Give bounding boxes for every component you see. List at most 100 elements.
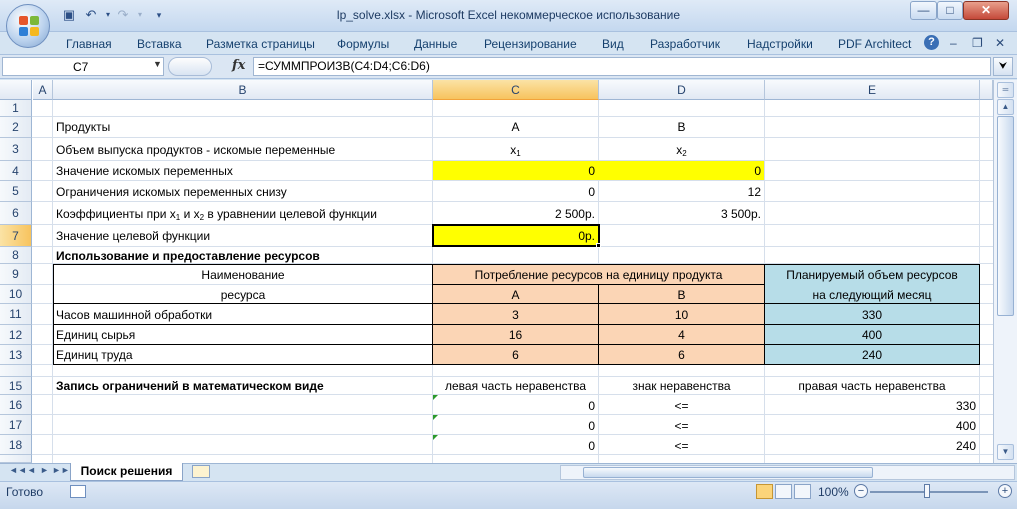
expand-formula-bar-icon[interactable]: ⮟ <box>993 57 1013 76</box>
row-header-18[interactable]: 18 <box>0 435 32 455</box>
row-header-14-hidden[interactable] <box>0 365 32 377</box>
column-header-f[interactable] <box>980 80 993 100</box>
tab-addins[interactable]: Надстройки <box>747 37 813 51</box>
ribbon-restore-icon[interactable]: ❐ <box>972 36 983 50</box>
cell-b5[interactable]: Ограничения искомых переменных снизу <box>53 184 433 200</box>
row-header-9[interactable]: 9 <box>0 264 32 285</box>
row-header-6[interactable]: 6 <box>0 202 32 225</box>
cell-c3[interactable]: x1 <box>433 142 598 162</box>
tab-review[interactable]: Рецензирование <box>484 37 577 51</box>
row-header-11[interactable]: 11 <box>0 304 32 325</box>
cell-c10[interactable]: A <box>433 287 598 303</box>
cell-d5[interactable]: 12 <box>599 184 764 200</box>
ribbon-close-icon[interactable]: ✕ <box>995 36 1005 50</box>
cell-d4[interactable]: 0 <box>599 163 764 179</box>
zoom-level[interactable]: 100% <box>818 485 849 499</box>
cell-b11[interactable]: Часов машинной обработки <box>53 307 433 323</box>
cell-d2[interactable]: B <box>599 119 764 135</box>
cell-c18[interactable]: 0 <box>433 438 598 454</box>
cell-e9[interactable]: Планируемый объем ресурсов <box>765 267 979 283</box>
cell-c15[interactable]: левая часть неравенства <box>433 378 598 394</box>
cell-e10[interactable]: на следующий месяц <box>765 287 979 303</box>
chevron-down-icon[interactable]: ▼ <box>153 59 162 69</box>
cell-d15[interactable]: знак неравенства <box>599 378 764 394</box>
vertical-scroll-thumb[interactable] <box>997 116 1014 316</box>
first-sheet-icon[interactable]: ◄◄ <box>9 465 27 475</box>
cell-c6[interactable]: 2 500р. <box>433 206 598 222</box>
cell-b2[interactable]: Продукты <box>53 119 433 135</box>
cell-c9-merged[interactable]: Потребление ресурсов на единицу продукта <box>433 267 764 283</box>
cell-d11[interactable]: 10 <box>599 307 764 323</box>
column-header-e[interactable]: E <box>765 80 980 100</box>
tab-pdf-architect[interactable]: PDF Architect <box>838 37 911 51</box>
cell-b10[interactable]: ресурса <box>53 287 433 303</box>
cell-c11[interactable]: 3 <box>433 307 598 323</box>
active-cell-selection[interactable] <box>432 224 600 247</box>
macro-record-icon[interactable] <box>70 485 86 498</box>
cell-b7[interactable]: Значение целевой функции <box>53 228 433 244</box>
cell-d3[interactable]: x2 <box>599 142 764 162</box>
cell-b8[interactable]: Использование и предоставление ресурсов <box>53 248 433 264</box>
tab-data[interactable]: Данные <box>414 37 457 51</box>
vertical-scrollbar[interactable]: ═ ▲ ▼ <box>993 80 1017 463</box>
tab-developer[interactable]: Разработчик <box>650 37 720 51</box>
sheet-tab-solver[interactable]: Поиск решения <box>70 463 183 481</box>
cell-d10[interactable]: B <box>599 287 764 303</box>
row-header-1[interactable]: 1 <box>0 100 32 117</box>
tab-home[interactable]: Главная <box>66 37 112 51</box>
cell-c13[interactable]: 6 <box>433 347 598 363</box>
horizontal-scrollbar[interactable] <box>560 465 1015 480</box>
scroll-up-icon[interactable]: ▲ <box>997 99 1014 115</box>
cell-c17[interactable]: 0 <box>433 418 598 434</box>
formula-input[interactable]: =СУММПРОИЗВ(C4:D4;C6:D6) <box>253 57 991 76</box>
column-header-b[interactable]: B <box>53 80 433 100</box>
column-header-c[interactable]: C <box>433 80 599 100</box>
cell-e18[interactable]: 240 <box>765 438 979 454</box>
next-sheet-icon[interactable]: ► <box>40 465 49 475</box>
cell-b4[interactable]: Значение искомых переменных <box>53 163 433 179</box>
cell-e12[interactable]: 400 <box>765 327 979 343</box>
row-header-4[interactable]: 4 <box>0 161 32 181</box>
row-header-13[interactable]: 13 <box>0 345 32 365</box>
cell-c12[interactable]: 16 <box>433 327 598 343</box>
row-header-16[interactable]: 16 <box>0 395 32 415</box>
prev-sheet-icon[interactable]: ◄ <box>27 465 36 475</box>
cell-b12[interactable]: Единиц сырья <box>53 327 433 343</box>
row-header-7[interactable]: 7 <box>0 225 32 247</box>
scroll-split-icon[interactable]: ═ <box>997 82 1014 98</box>
tab-insert[interactable]: Вставка <box>137 37 182 51</box>
insert-sheet-icon[interactable] <box>192 465 210 478</box>
insert-function-icon[interactable]: fx <box>232 58 245 73</box>
column-header-a[interactable]: A <box>33 80 53 100</box>
worksheet-grid[interactable]: A B C D E 1 2 3 4 5 6 7 8 9 10 11 12 13 … <box>0 80 993 463</box>
column-header-d[interactable]: D <box>599 80 765 100</box>
cell-e15[interactable]: правая часть неравенства <box>765 378 979 394</box>
formula-bar-splitter[interactable] <box>168 57 212 76</box>
row-header-17[interactable]: 17 <box>0 415 32 435</box>
cell-b15[interactable]: Запись ограничений в математическом виде <box>53 378 433 394</box>
row-header-12[interactable]: 12 <box>0 325 32 345</box>
row-header-5[interactable]: 5 <box>0 181 32 202</box>
cell-c5[interactable]: 0 <box>433 184 598 200</box>
select-all-corner[interactable] <box>0 80 32 100</box>
cell-e16[interactable]: 330 <box>765 398 979 414</box>
cell-c2[interactable]: A <box>433 119 598 135</box>
help-icon[interactable]: ? <box>924 35 939 50</box>
cell-b13[interactable]: Единиц труда <box>53 347 433 363</box>
name-box[interactable]: C7 ▼ <box>2 57 164 76</box>
cell-d12[interactable]: 4 <box>599 327 764 343</box>
ribbon-minimize-icon[interactable]: – <box>950 36 957 50</box>
minimize-button[interactable]: — <box>910 1 937 20</box>
last-sheet-icon[interactable]: ►► <box>52 465 70 475</box>
cell-d17[interactable]: <= <box>599 418 764 434</box>
close-button[interactable]: ✕ <box>963 1 1009 20</box>
cell-d6[interactable]: 3 500р. <box>599 206 764 222</box>
cell-d13[interactable]: 6 <box>599 347 764 363</box>
cell-b9[interactable]: Наименование <box>53 267 433 283</box>
zoom-out-icon[interactable]: − <box>854 484 868 498</box>
cell-d16[interactable]: <= <box>599 398 764 414</box>
scroll-down-icon[interactable]: ▼ <box>997 444 1014 460</box>
cell-e11[interactable]: 330 <box>765 307 979 323</box>
normal-view-icon[interactable] <box>756 484 773 499</box>
fill-handle[interactable] <box>596 243 601 248</box>
